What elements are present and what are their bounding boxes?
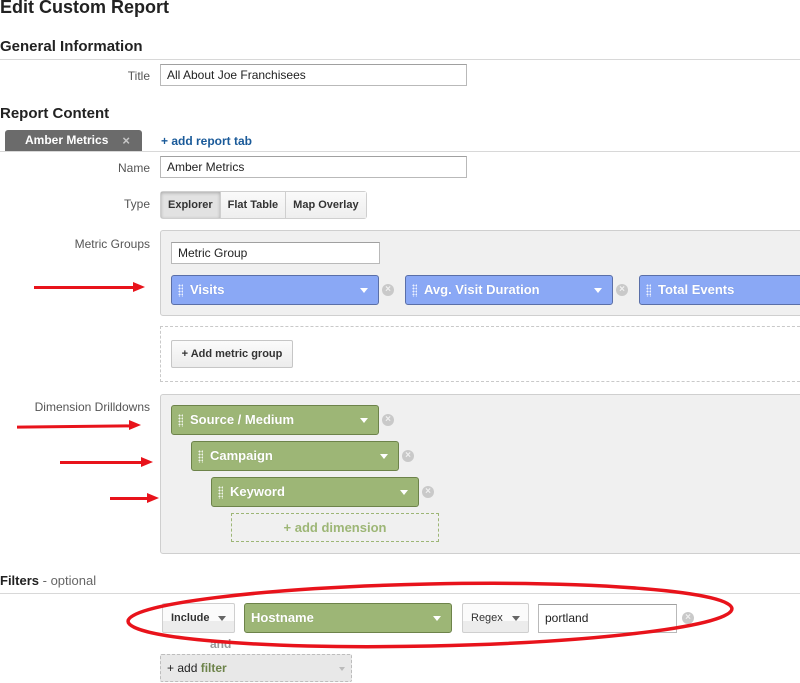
- filters-optional-note: - optional: [39, 573, 97, 588]
- drag-handle-icon[interactable]: [646, 284, 651, 297]
- annotation-arrow-head: [133, 282, 145, 292]
- metric-label: Visits: [190, 282, 225, 297]
- divider: [0, 59, 800, 60]
- add-filter-word: filter: [200, 661, 227, 675]
- dimension-chip-campaign[interactable]: Campaign: [191, 441, 399, 471]
- type-selector: Explorer Flat Table Map Overlay: [160, 191, 367, 219]
- annotation-arrow: [16, 424, 131, 429]
- close-icon[interactable]: ×: [122, 130, 130, 151]
- metric-label: Avg. Visit Duration: [424, 282, 540, 297]
- annotation-arrow-head: [147, 493, 159, 503]
- dimension-chip-source-medium[interactable]: Source / Medium: [171, 405, 379, 435]
- annotation-arrow: [110, 497, 148, 500]
- add-filter-select[interactable]: + add filter: [160, 654, 352, 682]
- chevron-down-icon[interactable]: [594, 288, 602, 293]
- chevron-down-icon[interactable]: [400, 490, 408, 495]
- dimension-label: Keyword: [230, 484, 285, 499]
- annotation-arrow: [34, 286, 134, 289]
- name-label: Name: [117, 161, 150, 175]
- metric-chip-visits[interactable]: Visits: [171, 275, 379, 305]
- filters-title: Filters: [0, 573, 40, 588]
- metric-chip-total-events[interactable]: Total Events: [639, 275, 800, 305]
- page-title: Edit Custom Report: [0, 0, 169, 17]
- metric-groups-label: Metric Groups: [74, 237, 150, 251]
- annotation-ellipse: [126, 581, 734, 649]
- type-explorer-button[interactable]: Explorer: [161, 192, 220, 218]
- remove-icon[interactable]: ×: [616, 284, 628, 296]
- remove-icon[interactable]: ×: [382, 284, 394, 296]
- title-label: Title: [127, 69, 150, 83]
- metric-chip-avg-visit-duration[interactable]: Avg. Visit Duration: [405, 275, 613, 305]
- type-label: Type: [123, 197, 150, 211]
- chevron-down-icon[interactable]: [360, 288, 368, 293]
- chevron-down-icon: [339, 667, 345, 671]
- annotation-arrow-head: [129, 420, 141, 430]
- add-dimension-button[interactable]: + add dimension: [231, 513, 439, 542]
- annotation-arrow-head: [141, 457, 153, 467]
- drag-handle-icon[interactable]: [178, 414, 183, 427]
- add-filter-prefix: + add: [167, 661, 201, 675]
- dimension-label: Source / Medium: [190, 412, 295, 427]
- type-map-overlay-button[interactable]: Map Overlay: [285, 192, 366, 218]
- drag-handle-icon[interactable]: [178, 284, 183, 297]
- add-report-tab-link[interactable]: + add report tab: [161, 134, 252, 148]
- chevron-down-icon[interactable]: [360, 418, 368, 423]
- metric-label: Total Events: [658, 282, 735, 297]
- dimension-chip-keyword[interactable]: Keyword: [211, 477, 419, 507]
- type-flat-table-button[interactable]: Flat Table: [219, 192, 286, 218]
- report-content-heading: Report Content: [0, 105, 110, 122]
- filters-heading: Filters - optional: [0, 573, 96, 588]
- remove-icon[interactable]: ×: [402, 450, 414, 462]
- annotation-arrow: [60, 461, 142, 464]
- remove-icon[interactable]: ×: [382, 414, 394, 426]
- annotation-ellipse-shape: [126, 581, 734, 649]
- report-tab-label: Amber Metrics: [25, 133, 109, 147]
- general-information-heading: General Information: [0, 38, 143, 55]
- name-input[interactable]: Amber Metrics: [160, 156, 467, 178]
- dimension-drilldowns-label: Dimension Drilldowns: [34, 400, 150, 414]
- metric-group-name-input[interactable]: Metric Group: [171, 242, 380, 264]
- remove-icon[interactable]: ×: [422, 486, 434, 498]
- dimension-label: Campaign: [210, 448, 273, 463]
- divider: [0, 151, 800, 152]
- report-tab-amber-metrics[interactable]: Amber Metrics ×: [5, 130, 142, 151]
- drag-handle-icon[interactable]: [412, 284, 417, 297]
- add-metric-group-button[interactable]: + Add metric group: [171, 340, 293, 368]
- title-input[interactable]: All About Joe Franchisees: [160, 64, 467, 86]
- chevron-down-icon[interactable]: [380, 454, 388, 459]
- drag-handle-icon[interactable]: [198, 450, 203, 463]
- drag-handle-icon[interactable]: [218, 486, 223, 499]
